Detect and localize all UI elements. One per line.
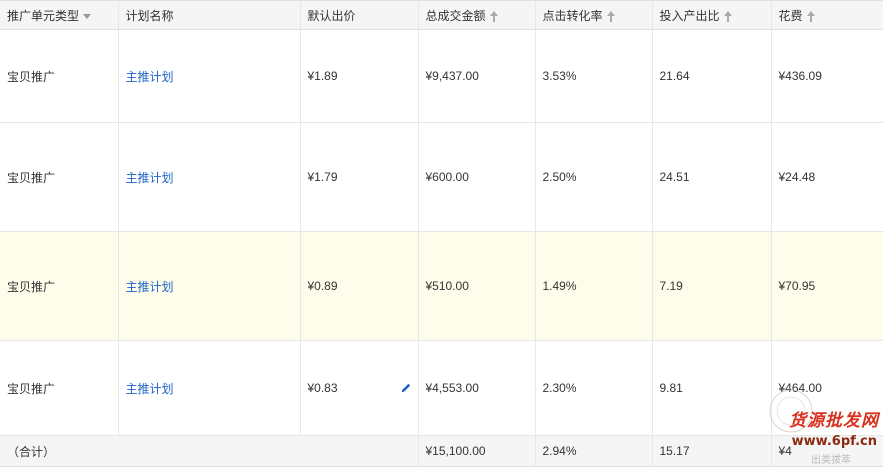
- total-amount-cell: ¥9,437.00: [418, 29, 536, 123]
- roi-cell: 21.64: [652, 29, 772, 123]
- default-bid-cell: ¥1.79: [300, 122, 419, 232]
- plan-link[interactable]: 主推计划: [126, 171, 174, 185]
- plan-name-cell: 主推计划: [118, 122, 301, 232]
- column-header-cost[interactable]: 花费: [771, 0, 883, 30]
- conversion-rate-cell: 2.30%: [535, 340, 653, 436]
- column-header-total-amount[interactable]: 总成交金额: [418, 0, 536, 30]
- unit-type-cell: 宝贝推广: [0, 29, 119, 123]
- column-header-unit-type[interactable]: 推广单元类型: [0, 0, 119, 30]
- total-label: （合计）: [0, 435, 419, 467]
- sort-asc-icon[interactable]: [723, 10, 732, 22]
- sort-desc-icon[interactable]: [83, 13, 92, 19]
- plan-name-cell: 主推计划: [118, 340, 301, 436]
- table-header-row: 推广单元类型 计划名称 默认出价 总成交金额 点击转化率 投入产出比 花费: [0, 0, 883, 30]
- plan-link[interactable]: 主推计划: [126, 280, 174, 294]
- roi-cell: 7.19: [652, 231, 772, 341]
- column-header-roi[interactable]: 投入产出比: [652, 0, 772, 30]
- report-table: 推广单元类型 计划名称 默认出价 总成交金额 点击转化率 投入产出比 花费 宝贝…: [0, 0, 883, 467]
- roi-cell: 9.81: [652, 340, 772, 436]
- plan-link[interactable]: 主推计划: [126, 70, 174, 84]
- plan-name-cell: 主推计划: [118, 231, 301, 341]
- total-row: （合计） ¥15,100.00 2.94% 15.17 ¥4: [0, 435, 883, 467]
- plan-link[interactable]: 主推计划: [126, 382, 174, 396]
- cost-cell: ¥70.95: [771, 231, 883, 341]
- sort-asc-icon[interactable]: [606, 10, 615, 22]
- unit-type-cell: 宝贝推广: [0, 340, 119, 436]
- default-bid-cell: ¥0.89: [300, 231, 419, 341]
- cost-cell: ¥24.48: [771, 122, 883, 232]
- total-cost-cell: ¥4: [771, 435, 883, 467]
- conversion-rate-cell: 3.53%: [535, 29, 653, 123]
- default-bid-cell: ¥1.89: [300, 29, 419, 123]
- pencil-icon[interactable]: [400, 382, 412, 394]
- table-row: 宝贝推广 主推计划 ¥1.89 ¥9,437.00 3.53% 21.64 ¥4…: [0, 29, 883, 123]
- unit-type-cell: 宝贝推广: [0, 231, 119, 341]
- roi-cell: 24.51: [652, 122, 772, 232]
- unit-type-cell: 宝贝推广: [0, 122, 119, 232]
- table-row: 宝贝推广 主推计划 ¥0.83 ¥4,553.00 2.30% 9.81 ¥46…: [0, 340, 883, 436]
- total-amount-cell: ¥510.00: [418, 231, 536, 341]
- sort-asc-icon[interactable]: [806, 10, 815, 22]
- table-row-highlighted: 宝贝推广 主推计划 ¥0.89 ¥510.00 1.49% 7.19 ¥70.9…: [0, 231, 883, 341]
- plan-name-cell: 主推计划: [118, 29, 301, 123]
- default-bid-value: ¥0.83: [307, 381, 338, 395]
- total-conversion-rate-cell: 2.94%: [535, 435, 653, 467]
- conversion-rate-cell: 2.50%: [535, 122, 653, 232]
- total-amount-cell: ¥600.00: [418, 122, 536, 232]
- table-row: 宝贝推广 主推计划 ¥1.79 ¥600.00 2.50% 24.51 ¥24.…: [0, 122, 883, 232]
- column-header-default-bid: 默认出价: [300, 0, 419, 30]
- total-roi-cell: 15.17: [652, 435, 772, 467]
- total-amount-cell: ¥4,553.00: [418, 340, 536, 436]
- column-header-plan-name: 计划名称: [118, 0, 301, 30]
- total-amount-cell: ¥15,100.00: [418, 435, 536, 467]
- cost-cell: ¥464.00: [771, 340, 883, 436]
- cost-cell: ¥436.09: [771, 29, 883, 123]
- column-header-conversion-rate[interactable]: 点击转化率: [535, 0, 653, 30]
- sort-asc-icon[interactable]: [489, 10, 498, 22]
- default-bid-cell: ¥0.83: [300, 340, 419, 436]
- conversion-rate-cell: 1.49%: [535, 231, 653, 341]
